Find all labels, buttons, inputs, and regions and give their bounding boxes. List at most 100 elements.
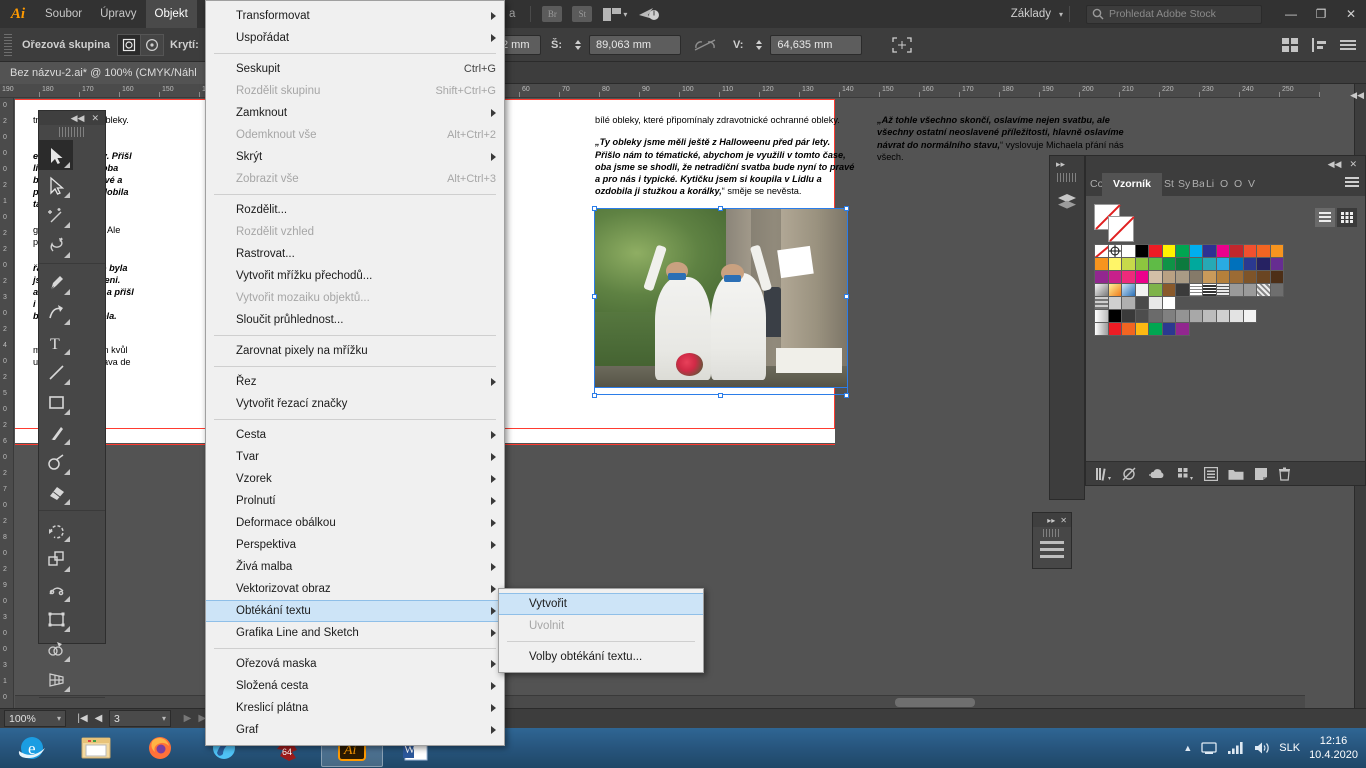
menu-item-perspektiva[interactable]: Perspektiva [206, 534, 504, 556]
resize-handle-bc[interactable] [718, 393, 723, 398]
menu-item-ez[interactable]: Řez [206, 371, 504, 393]
workspace-chevron-down-icon[interactable]: ▾ [1059, 10, 1063, 19]
swatch[interactable] [1148, 270, 1163, 284]
menu-item-vytvo-it-ezac-zna-ky[interactable]: Vytvořit řezací značky [206, 393, 504, 415]
transform-handles-icon[interactable] [891, 36, 913, 54]
swatch[interactable] [1094, 244, 1109, 258]
type-tool[interactable]: T [39, 327, 73, 357]
rail-grip[interactable] [1057, 173, 1077, 182]
menu-item-vzorek[interactable]: Vzorek [206, 468, 504, 490]
document-tab[interactable]: Bez názvu-2.ai* @ 100% (CMYK/Náhl [0, 62, 208, 84]
swatch[interactable] [1162, 296, 1177, 310]
swatch[interactable] [1270, 244, 1285, 258]
toolbox-grip[interactable] [59, 127, 85, 137]
menu-item-obt-k-n-textu[interactable]: Obtékání textu [206, 600, 504, 622]
menu-item-iv-malba[interactable]: Živá malba [206, 556, 504, 578]
swatch[interactable] [1256, 257, 1271, 271]
swatch[interactable] [1202, 309, 1217, 323]
pen-tool[interactable] [39, 267, 73, 297]
swatch[interactable] [1162, 322, 1177, 336]
taskbar-firefox[interactable] [129, 729, 191, 767]
swatch[interactable] [1162, 244, 1177, 258]
swatch[interactable] [1229, 257, 1244, 271]
menu-item-graf[interactable]: Graf [206, 719, 504, 741]
swatch[interactable] [1135, 257, 1150, 271]
swatch[interactable] [1148, 244, 1163, 258]
swatch[interactable] [1121, 283, 1136, 297]
panel-close-icon[interactable]: ✕ [1349, 159, 1357, 170]
swatch[interactable] [1243, 244, 1258, 258]
vertical-ruler[interactable]: 02000210220230240250260270280290300310 [0, 98, 14, 708]
swatch[interactable] [1108, 244, 1123, 258]
constrain-proportions-icon[interactable] [694, 38, 716, 52]
swatch[interactable] [1108, 322, 1123, 336]
swatch[interactable] [1094, 270, 1109, 284]
text-column-left[interactable]: ré přie měcké,že nté. Králkyi samu, abje… [15, 114, 18, 298]
libraries-icon[interactable] [1148, 467, 1168, 481]
swatch[interactable] [1108, 270, 1123, 284]
menu-objekt[interactable]: Objekt [146, 0, 197, 28]
swatch[interactable] [1216, 309, 1231, 323]
panel-tab-o[interactable]: O [1232, 173, 1246, 196]
swatch[interactable] [1121, 309, 1136, 323]
swatch[interactable] [1270, 283, 1285, 297]
swatch[interactable] [1148, 309, 1163, 323]
minimize-button[interactable]: — [1276, 0, 1306, 28]
previous-artboard-icon[interactable]: ◀ [92, 713, 105, 724]
swatch[interactable] [1094, 296, 1109, 310]
first-artboard-icon[interactable]: |◀ [76, 713, 89, 724]
swatch[interactable] [1216, 257, 1231, 271]
swatch[interactable] [1135, 296, 1150, 310]
horizontal-scrollbar-thumb[interactable] [895, 698, 975, 707]
swatch[interactable] [1202, 270, 1217, 284]
magic-wand-tool[interactable] [39, 200, 73, 230]
swatch[interactable] [1108, 257, 1123, 271]
artboard-chevron-down-icon[interactable]: ▾ [162, 714, 166, 723]
zoom-chevron-down-icon[interactable]: ▾ [57, 714, 61, 723]
toolbox-close-icon[interactable]: ✕ [91, 113, 99, 124]
resize-handle-ml[interactable] [592, 294, 597, 299]
swatch[interactable] [1243, 257, 1258, 271]
edit-contents-button[interactable] [140, 34, 164, 56]
swatch[interactable] [1202, 257, 1217, 271]
rail-expand-icon[interactable]: ▸▸ [1056, 159, 1065, 170]
isolate-group-button[interactable] [117, 34, 141, 56]
shaper-tool[interactable] [39, 447, 73, 477]
submenu-item-vytvo-it[interactable]: Vytvořit [499, 593, 703, 615]
swatch[interactable] [1162, 257, 1177, 271]
mini-panel-close-icon[interactable]: ✕ [1060, 516, 1067, 525]
menu-item-rastrovat[interactable]: Rastrovat... [206, 243, 504, 265]
menu-item-prolnut[interactable]: Prolnutí [206, 490, 504, 512]
new-swatch-icon[interactable] [1254, 467, 1268, 481]
swatch[interactable] [1135, 283, 1150, 297]
free-transform-tool[interactable] [39, 604, 73, 634]
swatch[interactable] [1108, 309, 1123, 323]
swatch[interactable] [1189, 244, 1204, 258]
tray-expand-icon[interactable]: ▲ [1183, 743, 1192, 753]
resize-handle-tl[interactable] [592, 206, 597, 211]
panel-menu-icon[interactable] [1345, 177, 1359, 188]
menu-item-rozd-lit[interactable]: Rozdělit... [206, 199, 504, 221]
shear-stepper[interactable] [572, 37, 583, 54]
mini-panel-grip[interactable] [1043, 529, 1061, 537]
menu-item-kreslic-pl-tna[interactable]: Kreslicí plátna [206, 697, 504, 719]
paintbrush-tool[interactable] [39, 417, 73, 447]
swatch[interactable] [1121, 296, 1136, 310]
shape-builder-tool[interactable] [39, 634, 73, 664]
menu-item-o-ezov-maska[interactable]: Ořezová maska [206, 653, 504, 675]
menu-item-grafika-line-and-sketch[interactable]: Grafika Line and Sketch [206, 622, 504, 644]
swatch[interactable] [1148, 322, 1163, 336]
eraser-tool[interactable] [39, 477, 73, 507]
swatch[interactable] [1216, 270, 1231, 284]
panel-tab-o[interactable]: O [1218, 173, 1232, 196]
swatch[interactable] [1121, 257, 1136, 271]
swatch[interactable] [1189, 270, 1204, 284]
stock-icon[interactable]: St [572, 6, 592, 22]
close-button[interactable]: ✕ [1336, 0, 1366, 28]
swatch[interactable] [1162, 309, 1177, 323]
language-indicator[interactable]: SLK [1279, 742, 1300, 754]
rotate-tool[interactable] [39, 514, 73, 544]
swatch[interactable] [1243, 309, 1258, 323]
line-segment-tool[interactable] [39, 357, 73, 387]
horizontal-ruler[interactable]: 1901801701601501401301020304050607080901… [0, 84, 1320, 98]
